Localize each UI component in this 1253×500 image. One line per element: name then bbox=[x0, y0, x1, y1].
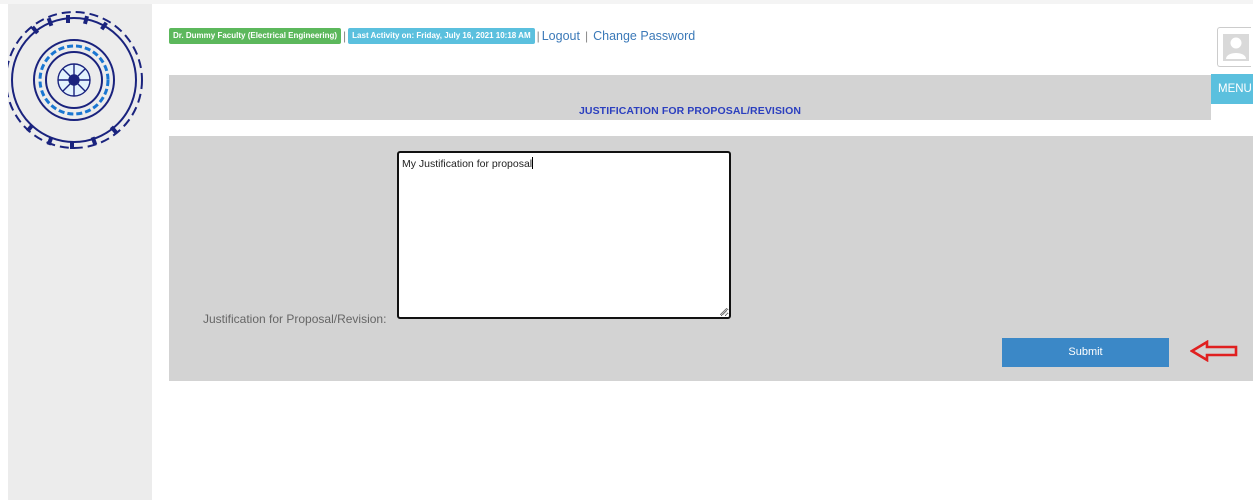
user-badge: Dr. Dummy Faculty (Electrical Engineerin… bbox=[169, 28, 342, 44]
page-title: JUSTIFICATION FOR PROPOSAL/REVISION bbox=[578, 105, 802, 117]
header-bar: Dr. Dummy Faculty (Electrical Engineerin… bbox=[169, 27, 695, 45]
link-separator: | bbox=[584, 29, 589, 43]
change-password-link[interactable]: Change Password bbox=[593, 29, 695, 43]
justification-textarea[interactable]: My Justification for proposal bbox=[397, 151, 731, 319]
resize-grip-icon[interactable] bbox=[720, 308, 727, 315]
justification-form: Justification for Proposal/Revision: My … bbox=[169, 136, 1253, 381]
title-bar: JUSTIFICATION FOR PROPOSAL/REVISION bbox=[169, 75, 1211, 120]
header-separator: | bbox=[343, 29, 347, 43]
justification-text: My Justification for proposal bbox=[402, 158, 533, 170]
sidebar bbox=[5, 4, 152, 500]
header-separator: | bbox=[536, 29, 540, 43]
institute-logo-icon[interactable] bbox=[5, 6, 152, 156]
last-activity-badge: Last Activity on: Friday, July 16, 2021 … bbox=[348, 28, 535, 44]
user-avatar[interactable] bbox=[1217, 27, 1251, 67]
red-left-arrow-icon bbox=[1190, 340, 1238, 362]
user-avatar-icon bbox=[1223, 34, 1249, 61]
menu-button[interactable]: MENU bbox=[1211, 74, 1253, 104]
justification-label: Justification for Proposal/Revision: bbox=[203, 312, 387, 326]
page: Dr. Dummy Faculty (Electrical Engineerin… bbox=[0, 0, 1253, 500]
submit-button[interactable]: Submit bbox=[1002, 338, 1169, 367]
top-border bbox=[0, 0, 1253, 4]
text-caret bbox=[532, 157, 534, 169]
logout-link[interactable]: Logout bbox=[542, 29, 580, 43]
